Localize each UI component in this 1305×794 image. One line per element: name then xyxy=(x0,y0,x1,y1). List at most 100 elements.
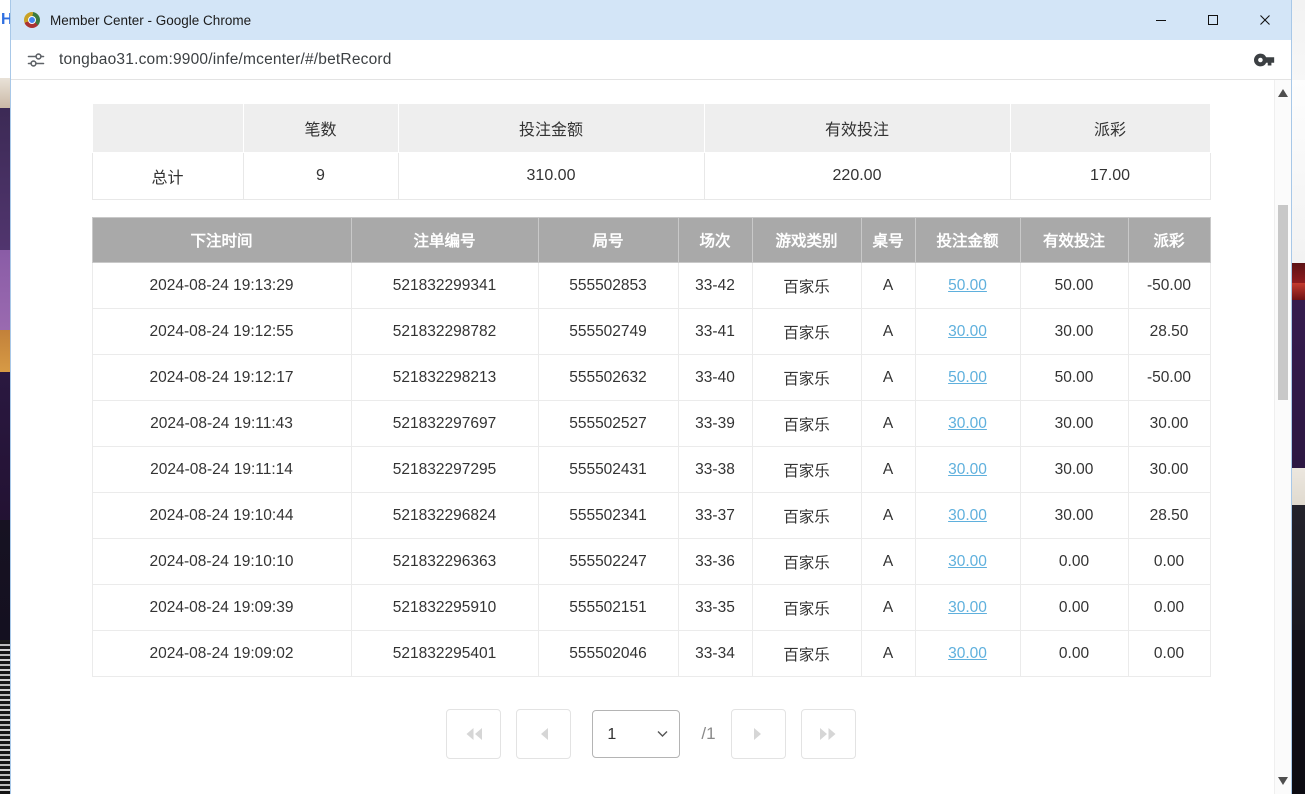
cell-round-id: 555502341 xyxy=(538,493,678,539)
minimize-button[interactable] xyxy=(1135,0,1187,40)
cell-game-type: 百家乐 xyxy=(752,539,861,585)
cell-payout: 0.00 xyxy=(1128,631,1210,677)
first-page-button[interactable] xyxy=(446,709,501,759)
last-page-button[interactable] xyxy=(801,709,856,759)
summary-header-bet-amount: 投注金额 xyxy=(398,104,704,153)
cell-table-no: A xyxy=(861,631,915,677)
cell-valid-bet: 30.00 xyxy=(1020,447,1128,493)
cell-table-no: A xyxy=(861,401,915,447)
cell-round-id: 555502046 xyxy=(538,631,678,677)
summary-header-valid-bet: 有效投注 xyxy=(704,104,1010,153)
browser-window: Member Center - Google Chrome xyxy=(10,0,1292,794)
cell-session: 33-36 xyxy=(678,539,752,585)
scroll-up-arrow-icon[interactable] xyxy=(1278,89,1288,97)
cell-game-type: 百家乐 xyxy=(752,355,861,401)
cell-bet-amount: 30.00 xyxy=(915,585,1020,631)
summary-header-payout: 派彩 xyxy=(1010,104,1210,153)
page-select[interactable]: 1 xyxy=(593,711,679,757)
maximize-button[interactable] xyxy=(1187,0,1239,40)
cell-table-no: A xyxy=(861,539,915,585)
desktop-background-right xyxy=(1292,0,1305,794)
chevron-left-icon xyxy=(538,727,550,741)
next-page-button[interactable] xyxy=(731,709,786,759)
cell-payout: 28.50 xyxy=(1128,493,1210,539)
cell-time: 2024-08-24 19:10:44 xyxy=(92,493,351,539)
cell-valid-bet: 30.00 xyxy=(1020,493,1128,539)
close-button[interactable] xyxy=(1239,0,1291,40)
site-info-icon[interactable] xyxy=(26,50,46,70)
summary-header-row: 笔数 投注金额 有效投注 派彩 xyxy=(92,104,1210,153)
cell-session: 33-39 xyxy=(678,401,752,447)
cell-table-no: A xyxy=(861,447,915,493)
cell-bet-id: 521832298782 xyxy=(351,309,538,355)
double-chevron-left-icon xyxy=(464,727,484,741)
cell-round-id: 555502151 xyxy=(538,585,678,631)
cell-game-type: 百家乐 xyxy=(752,447,861,493)
cell-time: 2024-08-24 19:11:43 xyxy=(92,401,351,447)
window-titlebar[interactable]: Member Center - Google Chrome xyxy=(11,0,1291,40)
table-row: 2024-08-24 19:11:43521832297697555502527… xyxy=(92,401,1210,447)
cell-game-type: 百家乐 xyxy=(752,493,861,539)
cell-session: 33-42 xyxy=(678,263,752,309)
maximize-icon xyxy=(1207,14,1219,26)
double-chevron-right-icon xyxy=(818,727,838,741)
cell-time: 2024-08-24 19:10:10 xyxy=(92,539,351,585)
col-header-bet-amount: 投注金额 xyxy=(915,218,1020,263)
cell-valid-bet: 50.00 xyxy=(1020,355,1128,401)
cell-payout: 28.50 xyxy=(1128,309,1210,355)
table-row: 2024-08-24 19:09:02521832295401555502046… xyxy=(92,631,1210,677)
page-total-label: /1 xyxy=(701,724,715,744)
bet-amount-link[interactable]: 50.00 xyxy=(948,369,987,386)
address-bar[interactable]: tongbao31.com:9900/infe/mcenter/#/betRec… xyxy=(11,40,1291,80)
cell-payout: 0.00 xyxy=(1128,585,1210,631)
cell-table-no: A xyxy=(861,493,915,539)
password-key-icon[interactable] xyxy=(1254,49,1276,71)
cell-round-id: 555502632 xyxy=(538,355,678,401)
cell-game-type: 百家乐 xyxy=(752,401,861,447)
cell-valid-bet: 30.00 xyxy=(1020,401,1128,447)
cell-payout: 0.00 xyxy=(1128,539,1210,585)
scroll-down-arrow-icon[interactable] xyxy=(1278,777,1288,785)
cell-time: 2024-08-24 19:13:29 xyxy=(92,263,351,309)
cell-bet-amount: 30.00 xyxy=(915,309,1020,355)
bet-amount-link[interactable]: 30.00 xyxy=(948,599,987,616)
page-content: 笔数 投注金额 有效投注 派彩 总计 9 310.00 220.00 17.00 xyxy=(11,80,1291,794)
bet-amount-link[interactable]: 30.00 xyxy=(948,645,987,662)
col-header-round-id: 局号 xyxy=(538,218,678,263)
cell-time: 2024-08-24 19:09:02 xyxy=(92,631,351,677)
table-row: 2024-08-24 19:10:10521832296363555502247… xyxy=(92,539,1210,585)
table-row: 2024-08-24 19:10:44521832296824555502341… xyxy=(92,493,1210,539)
col-header-valid-bet: 有效投注 xyxy=(1020,218,1128,263)
url-text[interactable]: tongbao31.com:9900/infe/mcenter/#/betRec… xyxy=(59,51,392,69)
background-qr-fragment xyxy=(0,642,10,794)
col-header-bet-time: 下注时间 xyxy=(92,218,351,263)
col-header-payout: 派彩 xyxy=(1128,218,1210,263)
cell-time: 2024-08-24 19:12:55 xyxy=(92,309,351,355)
cell-payout: -50.00 xyxy=(1128,263,1210,309)
bet-amount-link[interactable]: 30.00 xyxy=(948,461,987,478)
cell-session: 33-35 xyxy=(678,585,752,631)
bet-amount-link[interactable]: 30.00 xyxy=(948,553,987,570)
cell-valid-bet: 30.00 xyxy=(1020,309,1128,355)
cell-game-type: 百家乐 xyxy=(752,263,861,309)
cell-table-no: A xyxy=(861,585,915,631)
bet-amount-link[interactable]: 30.00 xyxy=(948,415,987,432)
cell-bet-amount: 30.00 xyxy=(915,447,1020,493)
bet-amount-link[interactable]: 50.00 xyxy=(948,277,987,294)
col-header-game-type: 游戏类别 xyxy=(752,218,861,263)
bet-amount-link[interactable]: 30.00 xyxy=(948,323,987,340)
col-header-bet-id: 注单编号 xyxy=(351,218,538,263)
cell-bet-id: 521832299341 xyxy=(351,263,538,309)
cell-bet-id: 521832296824 xyxy=(351,493,538,539)
cell-bet-id: 521832297697 xyxy=(351,401,538,447)
col-header-session: 场次 xyxy=(678,218,752,263)
cell-session: 33-34 xyxy=(678,631,752,677)
summary-table: 笔数 投注金额 有效投注 派彩 总计 9 310.00 220.00 17.00 xyxy=(92,103,1211,200)
bet-amount-link[interactable]: 30.00 xyxy=(948,507,987,524)
scrollbar[interactable] xyxy=(1274,80,1291,794)
prev-page-button[interactable] xyxy=(516,709,571,759)
table-row: 2024-08-24 19:11:14521832297295555502431… xyxy=(92,447,1210,493)
chevron-right-icon xyxy=(752,727,764,741)
cell-round-id: 555502853 xyxy=(538,263,678,309)
scrollbar-thumb[interactable] xyxy=(1278,205,1288,400)
